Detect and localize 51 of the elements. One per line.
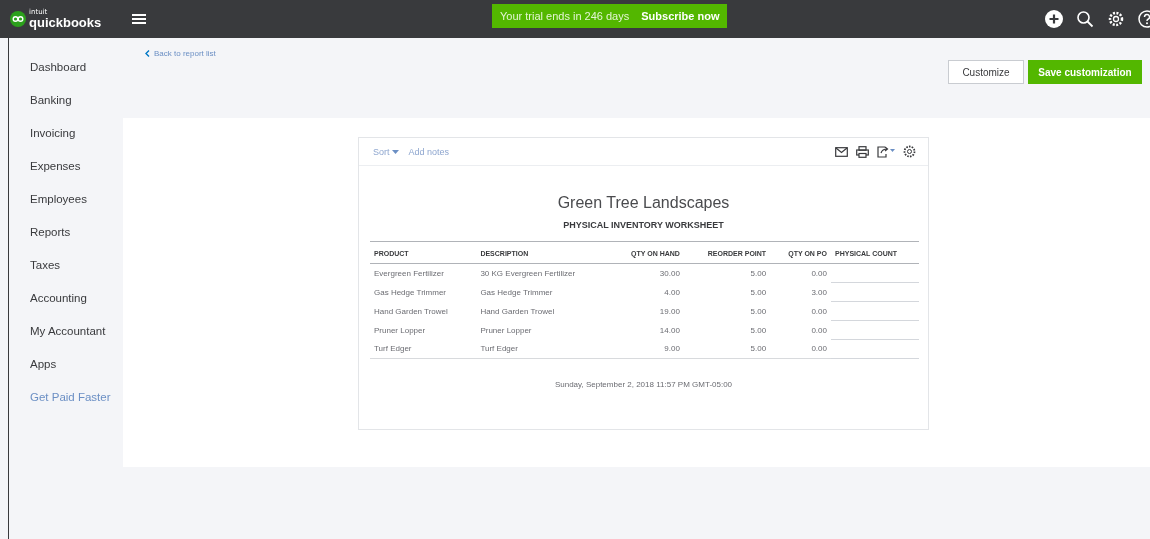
menu-icon[interactable] — [132, 13, 146, 25]
report-timestamp: Sunday, September 2, 2018 11:57 PM GMT-05:00 — [553, 380, 734, 389]
search-icon[interactable] — [1076, 10, 1094, 28]
table-cell-text: 5.00 — [749, 305, 768, 318]
table-cell-text: 4.00 — [663, 286, 681, 299]
sidebar-item[interactable]: Employees — [9, 189, 123, 222]
table-cell-text: 14.00 — [658, 324, 681, 337]
table-cell: 5.00 — [683, 339, 771, 359]
sidebar-item[interactable]: Expenses — [9, 156, 123, 189]
table-cell-text: Pruner Lopper — [373, 324, 427, 337]
table-cell: Turf Edger — [370, 339, 477, 359]
table-cell-text: 5.00 — [749, 286, 768, 299]
sidebar-item[interactable]: Accounting — [9, 288, 123, 321]
sidebar-item[interactable]: Banking — [9, 90, 123, 123]
table-cell-text: Hand Garden Trowel — [479, 305, 556, 318]
table-cell: 30 KG Evergreen Fertilizer — [476, 263, 610, 283]
caret-icon — [391, 149, 399, 154]
report-title: PHYSICAL INVENTORY WORKSHEET — [562, 220, 725, 230]
customize-button[interactable]: Customize — [948, 60, 1024, 84]
table-cell-text: 5.00 — [749, 324, 768, 337]
table-cell-text: 19.00 — [658, 305, 681, 318]
table-cell: 30.00 — [609, 263, 684, 283]
table-cell-text: Hand Garden Trowel — [373, 305, 449, 318]
brand-name: quickbooks — [29, 16, 102, 29]
table-cell: 0.00 — [770, 320, 831, 340]
email-icon[interactable] — [835, 146, 848, 157]
table-cell: Evergreen Fertilizer — [370, 263, 477, 283]
settings-icon[interactable] — [903, 145, 916, 158]
table-cell-text: Gas Hedge Trimmer — [373, 286, 448, 299]
trial-text: Your trial ends in 246 days — [500, 10, 630, 22]
sidebar-item[interactable]: Dashboard — [9, 57, 123, 90]
sidebar-item[interactable]: Invoicing — [9, 123, 123, 156]
table-cell-text: Gas Hedge Trimmer — [479, 286, 554, 299]
table-cell: Turf Edger — [476, 339, 610, 359]
chevron-left-icon — [145, 50, 150, 57]
table-cell: 0.00 — [770, 339, 831, 359]
export-icon[interactable] — [877, 145, 895, 158]
table-cell: 0.00 — [770, 301, 831, 321]
plus-icon[interactable] — [1045, 10, 1063, 28]
sidebar-item[interactable]: Taxes — [9, 255, 123, 288]
table-cell: 9.00 — [609, 339, 684, 359]
sidebar-item[interactable]: Apps — [9, 354, 123, 387]
sidebar-item[interactable]: My Accountant — [9, 321, 123, 354]
sidebar-item[interactable]: Reports — [9, 222, 123, 255]
table-cell: 0.00 — [770, 263, 831, 283]
logo-icon — [10, 11, 26, 27]
table-cell: 3.00 — [770, 282, 831, 302]
company-name: Green Tree Landscapes — [556, 194, 731, 212]
table-cell-text: Pruner Lopper — [479, 324, 533, 337]
print-icon[interactable] — [856, 145, 869, 158]
table-cell: 5.00 — [683, 263, 771, 283]
